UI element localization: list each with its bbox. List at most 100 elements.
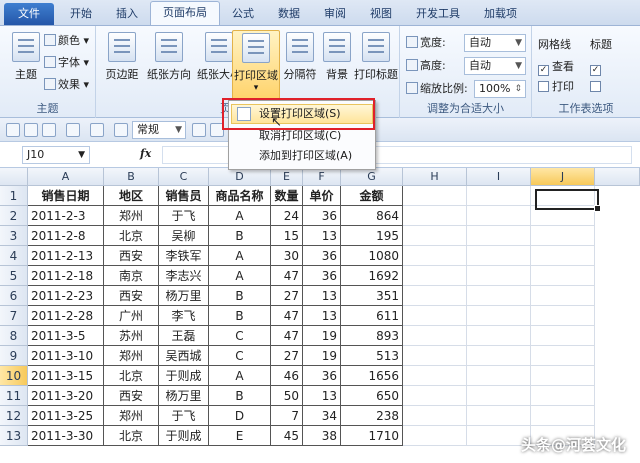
table-cell[interactable]: 2011-2-23 (28, 286, 104, 306)
table-cell[interactable]: 于飞 (159, 206, 209, 226)
table-header-cell[interactable]: 销售员 (159, 186, 209, 206)
table-cell[interactable]: 吴柳 (159, 226, 209, 246)
table-cell[interactable]: D (209, 406, 271, 426)
empty-cell[interactable] (403, 346, 467, 366)
gridlines-print-checkbox[interactable]: 打印 (538, 78, 574, 96)
table-cell[interactable]: 34 (303, 406, 341, 426)
table-cell[interactable]: 于则成 (159, 426, 209, 446)
table-cell[interactable]: 北京 (104, 426, 159, 446)
empty-cell[interactable] (531, 366, 595, 386)
print-titles-button[interactable]: 打印标题 (352, 30, 400, 100)
table-cell[interactable]: 郑州 (104, 346, 159, 366)
table-cell[interactable]: 893 (341, 326, 403, 346)
table-cell[interactable]: 24 (271, 206, 303, 226)
table-cell[interactable]: 2011-2-13 (28, 246, 104, 266)
table-cell[interactable]: B (209, 226, 271, 246)
table-cell[interactable]: 西安 (104, 386, 159, 406)
tab-review[interactable]: 审阅 (312, 3, 358, 25)
table-cell[interactable]: A (209, 266, 271, 286)
column-header-c[interactable]: C (159, 168, 209, 186)
table-cell[interactable]: 2011-3-10 (28, 346, 104, 366)
row-header[interactable]: 3 (0, 226, 28, 246)
table-cell[interactable]: 2011-2-28 (28, 306, 104, 326)
empty-cell[interactable] (531, 306, 595, 326)
table-cell[interactable]: 于则成 (159, 366, 209, 386)
table-cell[interactable]: 513 (341, 346, 403, 366)
empty-cell[interactable] (531, 286, 595, 306)
table-cell[interactable]: 47 (271, 266, 303, 286)
table-cell[interactable]: A (209, 206, 271, 226)
table-cell[interactable]: 27 (271, 286, 303, 306)
row-header[interactable]: 4 (0, 246, 28, 266)
redo-icon[interactable] (42, 123, 56, 137)
row-header[interactable]: 11 (0, 386, 28, 406)
empty-cell[interactable] (531, 266, 595, 286)
table-cell[interactable]: 2011-2-3 (28, 206, 104, 226)
table-cell[interactable]: C (209, 346, 271, 366)
table-cell[interactable]: 36 (303, 366, 341, 386)
empty-cell[interactable] (403, 326, 467, 346)
tab-developer[interactable]: 开发工具 (404, 3, 472, 25)
empty-cell[interactable] (403, 226, 467, 246)
table-cell[interactable]: 864 (341, 206, 403, 226)
empty-cell[interactable] (403, 386, 467, 406)
table-cell[interactable]: 1080 (341, 246, 403, 266)
table-header-cell[interactable]: 数量 (271, 186, 303, 206)
column-header-d[interactable]: D (209, 168, 271, 186)
orientation-button[interactable]: 纸张方向 (144, 30, 194, 100)
table-cell[interactable]: 杨万里 (159, 286, 209, 306)
column-header-h[interactable]: H (403, 168, 467, 186)
empty-cell[interactable] (467, 186, 531, 206)
table-cell[interactable]: 2011-3-15 (28, 366, 104, 386)
tab-insert[interactable]: 插入 (104, 3, 150, 25)
row-header[interactable]: 5 (0, 266, 28, 286)
table-header-cell[interactable]: 商品名称 (209, 186, 271, 206)
breaks-button[interactable]: 分隔符 (280, 30, 320, 100)
add-to-print-area-item[interactable]: 添加到打印区域(A) (259, 147, 352, 165)
table-header-cell[interactable]: 销售日期 (28, 186, 104, 206)
table-cell[interactable]: 李铁军 (159, 246, 209, 266)
name-box[interactable]: J10 ▼ (22, 146, 90, 164)
empty-cell[interactable] (531, 326, 595, 346)
table-cell[interactable]: B (209, 386, 271, 406)
table-cell[interactable]: 南京 (104, 266, 159, 286)
headings-view-checkbox[interactable]: ✓ (590, 58, 604, 76)
column-header-i[interactable]: I (467, 168, 531, 186)
table-cell[interactable]: 李志兴 (159, 266, 209, 286)
scale-stepper[interactable]: 100% ⇕ (474, 80, 526, 98)
empty-cell[interactable] (467, 266, 531, 286)
theme-fonts-button[interactable]: 字体 ▾ (44, 54, 89, 72)
table-cell[interactable]: 47 (271, 306, 303, 326)
table-cell[interactable]: 北京 (104, 226, 159, 246)
column-header-g[interactable]: G (341, 168, 403, 186)
table-cell[interactable]: 北京 (104, 366, 159, 386)
empty-cell[interactable] (403, 366, 467, 386)
headings-print-checkbox[interactable] (590, 78, 604, 96)
empty-cell[interactable] (403, 306, 467, 326)
table-cell[interactable]: E (209, 426, 271, 446)
table-cell[interactable]: 50 (271, 386, 303, 406)
table-cell[interactable]: 西安 (104, 286, 159, 306)
table-icon[interactable] (192, 123, 206, 137)
column-header-f[interactable]: F (303, 168, 341, 186)
table-cell[interactable]: 19 (303, 326, 341, 346)
format-icon[interactable] (114, 123, 128, 137)
table-cell[interactable]: 吴西城 (159, 346, 209, 366)
table-cell[interactable]: 2011-3-20 (28, 386, 104, 406)
height-select[interactable]: 自动 ▼ (464, 57, 526, 75)
table-cell[interactable]: 195 (341, 226, 403, 246)
empty-cell[interactable] (403, 266, 467, 286)
column-header-j[interactable]: J (531, 168, 595, 186)
empty-cell[interactable] (531, 386, 595, 406)
empty-cell[interactable] (531, 406, 595, 426)
empty-cell[interactable] (403, 186, 467, 206)
empty-cell[interactable] (403, 206, 467, 226)
table-cell[interactable]: 13 (303, 386, 341, 406)
open-icon[interactable] (90, 123, 104, 137)
table-cell[interactable]: 西安 (104, 246, 159, 266)
table-cell[interactable]: 广州 (104, 306, 159, 326)
save-icon[interactable] (6, 123, 20, 137)
empty-cell[interactable] (467, 406, 531, 426)
table-cell[interactable]: 650 (341, 386, 403, 406)
new-icon[interactable] (66, 123, 80, 137)
